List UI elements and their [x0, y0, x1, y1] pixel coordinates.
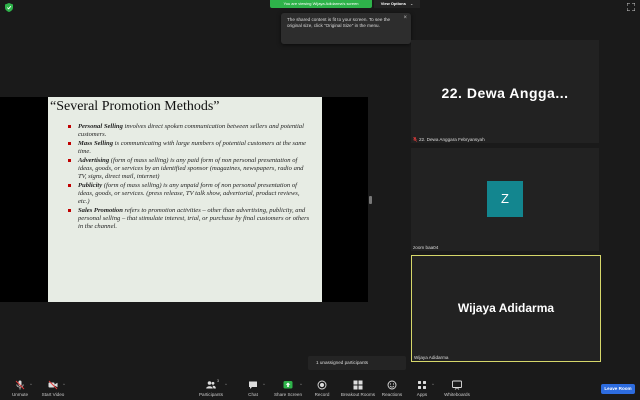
apps-icon [418, 381, 426, 389]
bullet-mass-selling: Mass Selling is communicating with large… [66, 140, 311, 157]
zoom-window: You are viewing Wijaya Adidarma's screen… [0, 0, 640, 400]
unassigned-participants-toast[interactable]: 1 unassigned participants [308, 356, 406, 370]
participant-display-name: 22. Dewa Angga... [441, 85, 569, 101]
whiteboard-icon [452, 380, 462, 390]
chevron-up-icon[interactable]: ^ [30, 382, 32, 387]
bullet-personal-selling: Personal Selling involves direct spoken … [66, 123, 311, 140]
slide-bullets: Personal Selling involves direct spoken … [66, 123, 311, 232]
view-options-label: View Options [380, 1, 406, 6]
bullet-term: Publicity [78, 181, 103, 189]
participants-count: 3 [217, 379, 219, 383]
mic-muted-icon [413, 137, 417, 142]
slide-title: “Several Promotion Methods” [50, 99, 220, 114]
bullet-term: Advertising [78, 156, 110, 164]
bullet-text: (form of mass selling) is any paid form … [78, 156, 304, 181]
breakout-rooms-icon [353, 380, 363, 390]
bullet-publicity: Publicity (form of mass selling) is any … [66, 182, 311, 207]
leave-room-button[interactable]: Leave Room [601, 384, 635, 394]
bullet-sales-promotion: Sales Promotion refers to promotion acti… [66, 207, 311, 232]
participants-label: Participants [198, 392, 223, 397]
participant-name-label: Wijaya Adidarma [414, 355, 449, 360]
record-button[interactable]: Record [302, 379, 342, 400]
chevron-up-icon[interactable]: ^ [432, 382, 434, 387]
mic-muted-icon [15, 380, 25, 390]
chat-icon [249, 381, 257, 389]
start-video-button[interactable]: Start Video [33, 379, 73, 400]
record-icon [317, 380, 327, 390]
chevron-up-icon[interactable]: ^ [263, 382, 265, 387]
participants-icon [206, 381, 216, 389]
chevron-down-icon: ⌄ [409, 1, 414, 6]
participant-display-name: Wijaya Adidarma [457, 301, 555, 315]
whiteboards-button[interactable]: Whiteboards [437, 379, 477, 400]
shared-screen: “Several Promotion Methods” Personal Sel… [0, 97, 368, 302]
video-off-icon [48, 380, 58, 390]
apps-button[interactable]: Apps [402, 379, 442, 400]
participant-name-label: zoom baa04 [413, 245, 439, 250]
viewing-screen-banner: You are viewing Wijaya Adidarma's screen [270, 0, 372, 8]
reactions-icon [387, 380, 397, 390]
chat-button[interactable]: Chat [233, 379, 273, 400]
close-icon[interactable]: × [403, 15, 407, 21]
share-screen-icon [283, 381, 293, 389]
bullet-term: Mass Selling [78, 139, 113, 147]
record-label: Record [314, 392, 330, 397]
security-shield-icon[interactable] [5, 3, 13, 12]
active-speaker-tile[interactable]: Wijaya Adidarma Wijaya Adidarma [411, 255, 601, 362]
bullet-text: (form of mass selling) is any unpaid for… [78, 181, 300, 206]
fit-to-screen-tooltip: The shared content is fit to your screen… [281, 13, 411, 44]
chevron-up-icon[interactable]: ^ [63, 382, 65, 387]
meeting-toolbar: Unmute ^ Start Video ^ Participants 3 ^ … [0, 378, 640, 400]
chevron-up-icon[interactable]: ^ [225, 382, 227, 387]
bullet-text: is communicating with large numbers of p… [78, 139, 306, 156]
participant-tile[interactable]: Z zoom baa04 [411, 148, 599, 251]
avatar: Z [487, 181, 523, 217]
resize-handle[interactable] [369, 196, 372, 204]
participant-tile[interactable]: 22. Dewa Angga... 22. Dewa Anggara Febry… [411, 40, 599, 143]
view-options-button[interactable]: View Options ⌄ [374, 0, 420, 8]
whiteboards-label: Whiteboards [444, 392, 470, 397]
tooltip-text: The shared content is fit to your screen… [287, 17, 391, 28]
fullscreen-icon[interactable] [627, 3, 635, 11]
participant-name-label: 22. Dewa Anggara Febryansyah [413, 137, 485, 142]
bullet-term: Sales Promotion [78, 206, 123, 214]
bullet-term: Personal Selling [78, 123, 123, 130]
participant-label-text: 22. Dewa Anggara Febryansyah [419, 137, 485, 142]
presentation-slide: “Several Promotion Methods” Personal Sel… [48, 97, 322, 302]
apps-label: Apps [416, 392, 428, 397]
bullet-advertising: Advertising (form of mass selling) is an… [66, 157, 311, 182]
start-video-label: Start Video [41, 392, 65, 397]
chat-label: Chat [248, 392, 258, 397]
